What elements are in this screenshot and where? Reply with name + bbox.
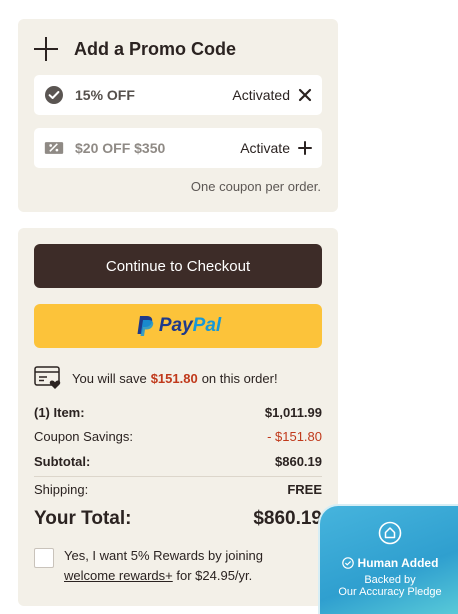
rewards-price: for $24.95/yr.: [176, 568, 253, 583]
promo-code-panel: Add a Promo Code 15% OFF Activated $20 O…: [18, 19, 338, 212]
total-value: $860.19: [253, 508, 322, 529]
total-label: Your Total:: [34, 508, 132, 529]
badge-title: Human Added: [357, 556, 439, 570]
divider: [34, 476, 322, 477]
check-circle-icon: [341, 557, 354, 569]
total-row: Your Total: $860.19: [34, 508, 322, 530]
welcome-rewards-link[interactable]: welcome rewards+: [64, 568, 173, 583]
rewards-checkbox[interactable]: [34, 548, 54, 568]
savings-prefix: You will save: [72, 370, 147, 386]
discount-tag-icon: [44, 142, 64, 154]
coupon-note: One coupon per order.: [190, 179, 321, 194]
items-label: (1) Item:: [34, 405, 85, 420]
items-value: $1,011.99: [264, 405, 322, 420]
coupon-savings-value: - $151.80: [267, 429, 322, 444]
shipping-row: Shipping: FREE: [34, 482, 322, 497]
coupon-code: $20 OFF $350: [75, 140, 166, 156]
coupon-savings-label: Coupon Savings:: [34, 429, 134, 444]
savings-amount: $151.80: [150, 370, 198, 386]
savings-suffix: on this order!: [201, 370, 278, 386]
plus-icon[interactable]: [298, 141, 312, 155]
add-promo-code-toggle[interactable]: Add a Promo Code: [34, 37, 236, 61]
coupon-activated-label[interactable]: Activated: [232, 87, 290, 103]
subtotal-label: Subtotal:: [34, 454, 91, 469]
coupon-savings-row: Coupon Savings: - $151.80: [34, 429, 322, 444]
close-icon[interactable]: [298, 88, 312, 102]
rewards-optin: Yes, I want 5% Rewards by joining welcom…: [34, 546, 279, 586]
check-circle-icon: [45, 86, 63, 104]
shipping-value: FREE: [287, 482, 322, 497]
items-row: (1) Item: $1,011.99: [34, 405, 322, 420]
plus-icon: [34, 37, 58, 61]
badge-line1: Backed by: [364, 574, 416, 586]
paypal-wordmark-pal: Pal: [192, 315, 222, 336]
subtotal-value: $860.19: [275, 454, 322, 469]
savings-message: You will save $151.80 on this order!: [34, 366, 278, 390]
rewards-message: Yes, I want 5% Rewards by joining: [64, 548, 263, 563]
coupon-row-15-off: 15% OFF Activated: [34, 75, 322, 115]
pledge-logo-icon: [378, 521, 402, 545]
shipping-label: Shipping:: [34, 482, 89, 497]
coupon-code: 15% OFF: [75, 87, 135, 103]
paypal-button[interactable]: Pay Pal: [34, 304, 322, 348]
badge-line2: Our Accuracy Pledge: [338, 586, 442, 598]
rewards-text: Yes, I want 5% Rewards by joining welcom…: [64, 546, 279, 586]
accuracy-pledge-badge[interactable]: Human Added Backed by Our Accuracy Pledg…: [318, 504, 458, 614]
paypal-wordmark-pay: Pay: [158, 315, 193, 336]
card-heart-icon: [34, 366, 61, 389]
order-summary-panel: Continue to Checkout Pay Pal You will sav…: [18, 228, 338, 606]
paypal-logo-icon: [137, 316, 154, 336]
continue-to-checkout-button[interactable]: Continue to Checkout: [34, 244, 322, 288]
badge-subtitle: Backed by Our Accuracy Pledge: [320, 574, 458, 598]
promo-title: Add a Promo Code: [74, 38, 237, 59]
coupon-activate-button[interactable]: Activate: [240, 140, 290, 156]
badge-title-row: Human Added: [320, 556, 458, 570]
subtotal-row: Subtotal: $860.19: [34, 454, 322, 469]
coupon-row-20-off: $20 OFF $350 Activate: [34, 128, 322, 168]
